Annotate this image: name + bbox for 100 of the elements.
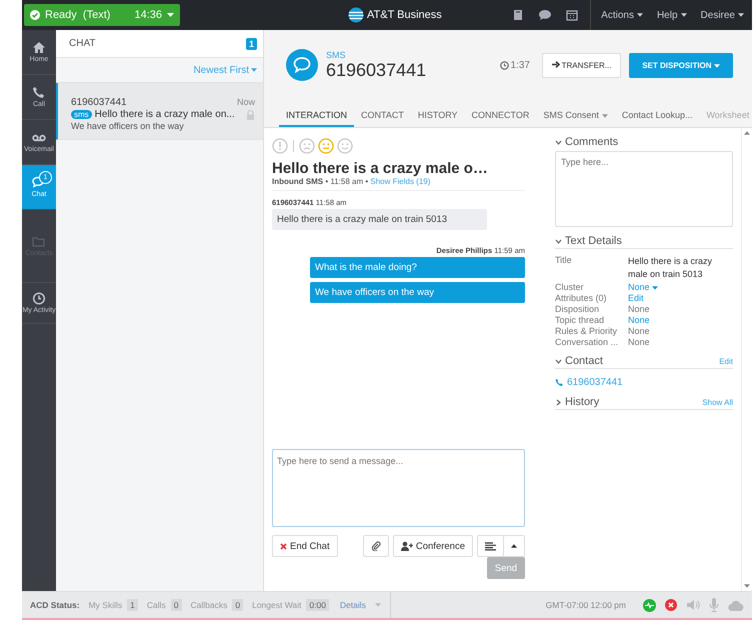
caret-down-icon — [652, 286, 658, 290]
channel-tag: sms — [71, 110, 92, 119]
phone-icon — [32, 86, 46, 99]
last-message: We have officers on the way — [71, 121, 185, 131]
tab[interactable]: SMS Consent — [536, 110, 615, 127]
book-icon[interactable] — [512, 9, 524, 21]
phone-icon — [555, 378, 564, 387]
text-lines-icon — [485, 542, 496, 550]
comments-field[interactable]: Type here... — [555, 151, 733, 227]
tab[interactable]: CONTACT — [354, 110, 411, 127]
conversation-meta: Inbound SMS • 11:58 am • — [272, 177, 368, 186]
stat-label: Longest Wait — [252, 600, 302, 610]
chat-list-item[interactable]: 6196037441 Now sms Hello there is a crazy male on... We have officers on the way — [56, 83, 263, 140]
chat-bubble-icon[interactable] — [538, 9, 552, 21]
globe-logo-icon — [348, 7, 364, 23]
tab[interactable]: Contact Lookup... — [614, 110, 700, 127]
caret-down-icon — [680, 13, 687, 17]
caret-down-icon — [374, 603, 381, 607]
field-value: Hello there is a crazy male on train 5013 — [628, 255, 714, 281]
close-icon — [280, 542, 287, 550]
outbound-message: We have officers on the way — [310, 282, 525, 303]
arrow-right-icon — [552, 60, 560, 68]
show-all-link[interactable]: Show All — [702, 398, 733, 406]
chevron-icon[interactable] — [555, 358, 562, 364]
neutral-face-icon[interactable] — [318, 138, 334, 154]
chevron-icon[interactable] — [555, 398, 562, 406]
set-disposition-button[interactable]: SET DISPOSITION — [629, 52, 733, 78]
lock-icon — [246, 110, 255, 120]
transfer-button[interactable]: TRANSFER... — [542, 52, 621, 78]
stat-label: Callbacks — [190, 600, 228, 610]
caret-down-icon — [714, 64, 720, 68]
home-icon — [32, 41, 46, 54]
timestamp: Now — [236, 97, 255, 108]
stat-value: 1 — [127, 599, 138, 611]
panel-title: CHAT — [69, 38, 96, 49]
elapsed-time: 1:37 — [510, 60, 530, 70]
field-label: Disposition — [555, 304, 600, 314]
conversation-title: Hello there is a crazy male o… — [272, 160, 489, 177]
field-label: Attributes (0) — [555, 293, 608, 303]
caret-up-icon — [511, 544, 517, 548]
contact-number: 6196037441 — [326, 60, 428, 80]
field-label: Conversation ... — [555, 337, 620, 347]
stat-label: My Skills — [88, 600, 122, 610]
section-title: Text Details — [565, 235, 622, 247]
status-label: ACD Status: — [30, 600, 80, 610]
field-link[interactable]: Edit — [628, 293, 733, 303]
chevron-icon[interactable] — [555, 238, 562, 244]
conference-button[interactable]: Conference — [392, 535, 473, 557]
menu-item[interactable]: Actions — [601, 10, 634, 20]
caret-down-icon — [167, 13, 174, 17]
channel-label: SMS — [326, 50, 347, 60]
section-title: Comments — [565, 136, 618, 148]
scroll-up-icon[interactable] — [744, 131, 750, 135]
field-value: None — [628, 326, 651, 336]
stat-label: Calls — [146, 600, 166, 610]
menu-item[interactable]: Desiree — [700, 10, 735, 20]
outbound-message: What is the male doing? — [310, 257, 525, 278]
field-link[interactable]: None — [628, 315, 733, 325]
agent-status-button[interactable]: Ready (Text) 14:36 — [24, 4, 180, 26]
chevron-icon[interactable] — [555, 138, 562, 146]
field-label: Cluster — [555, 282, 585, 292]
attach-button[interactable] — [362, 535, 389, 557]
phone-link[interactable]: 6196037441 — [567, 377, 623, 388]
folder-icon — [32, 235, 46, 248]
stat-value: 0 — [232, 599, 244, 611]
add-person-icon — [400, 541, 413, 551]
paperclip-icon — [370, 541, 381, 551]
scroll-down-icon[interactable] — [744, 584, 750, 588]
menu-item[interactable]: Help — [656, 10, 678, 20]
clock-icon — [500, 60, 509, 70]
caret-down-icon — [738, 13, 744, 17]
end-chat-button[interactable]: End Chat — [272, 535, 338, 557]
align-left-button[interactable] — [477, 535, 504, 557]
caret-down-icon — [636, 13, 643, 17]
tab[interactable]: CONNECTOR — [464, 110, 536, 127]
check-icon — [30, 10, 40, 20]
caret-down-icon — [251, 68, 257, 72]
tab[interactable]: HISTORY — [410, 110, 465, 127]
message-input[interactable]: Type here to send a message... — [272, 449, 525, 527]
field-dropdown[interactable]: None — [628, 282, 650, 292]
stat-value: 0 — [170, 599, 182, 611]
error-icon[interactable] — [665, 599, 677, 611]
pulse-icon[interactable] — [643, 598, 656, 612]
message-preview: Hello there is a crazy male on... — [94, 109, 236, 120]
field-value: None — [628, 337, 651, 347]
chat-bubble-icon — [286, 49, 318, 81]
count-badge: 1 — [246, 38, 257, 50]
clock-icon — [32, 292, 46, 305]
field-label: Title — [555, 255, 573, 267]
section-title: History — [565, 396, 600, 408]
calendar-icon[interactable] — [566, 9, 578, 21]
show-fields-link[interactable]: Show Fields (19) — [370, 177, 430, 186]
inbound-message: Hello there is a crazy male on train 5013 — [272, 209, 487, 230]
edit-link[interactable]: Edit — [719, 356, 733, 366]
phone-number: 6196037441 — [71, 97, 127, 108]
field-value: None — [628, 304, 651, 314]
section-title: Contact — [565, 355, 603, 367]
field-label: Rules & Priority — [555, 326, 618, 336]
details-dropdown[interactable]: Details — [340, 600, 366, 610]
chat-icon — [32, 176, 46, 189]
